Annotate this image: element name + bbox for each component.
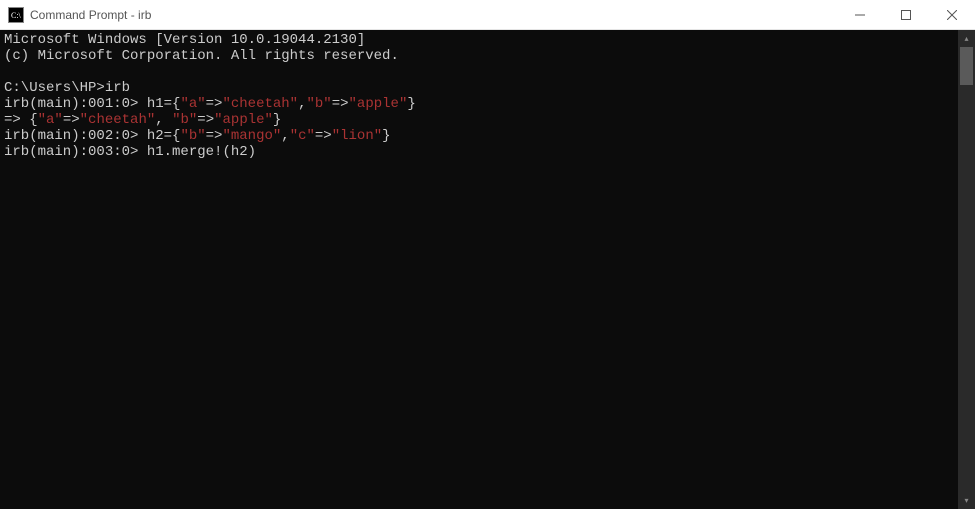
- close-button[interactable]: [929, 0, 975, 30]
- irb-result-1: => {"a"=>"cheetah", "b"=>"apple"}: [4, 112, 954, 128]
- irb-line-1: irb(main):001:0> h1={"a"=>"cheetah","b"=…: [4, 96, 954, 112]
- blank-line: [4, 64, 954, 80]
- irb-line-3: irb(main):003:0> h1.merge!(h2): [4, 144, 954, 160]
- irb-line-2: irb(main):002:0> h2={"b"=>"mango","c"=>"…: [4, 128, 954, 144]
- minimize-button[interactable]: [837, 0, 883, 30]
- terminal-output[interactable]: Microsoft Windows [Version 10.0.19044.21…: [0, 30, 958, 509]
- maximize-button[interactable]: [883, 0, 929, 30]
- titlebar: C:\ Command Prompt - irb: [0, 0, 975, 30]
- scroll-thumb[interactable]: [960, 47, 973, 85]
- banner-line-2: (c) Microsoft Corporation. All rights re…: [4, 48, 954, 64]
- scroll-up-arrow-icon[interactable]: ▴: [958, 30, 975, 47]
- window-title: Command Prompt - irb: [30, 8, 151, 22]
- terminal-area: Microsoft Windows [Version 10.0.19044.21…: [0, 30, 975, 509]
- svg-text:C:\: C:\: [11, 11, 22, 20]
- cwd-line: C:\Users\HP>irb: [4, 80, 954, 96]
- banner-line-1: Microsoft Windows [Version 10.0.19044.21…: [4, 32, 954, 48]
- vertical-scrollbar[interactable]: ▴ ▾: [958, 30, 975, 509]
- cmd-icon: C:\: [8, 7, 24, 23]
- scroll-down-arrow-icon[interactable]: ▾: [958, 492, 975, 509]
